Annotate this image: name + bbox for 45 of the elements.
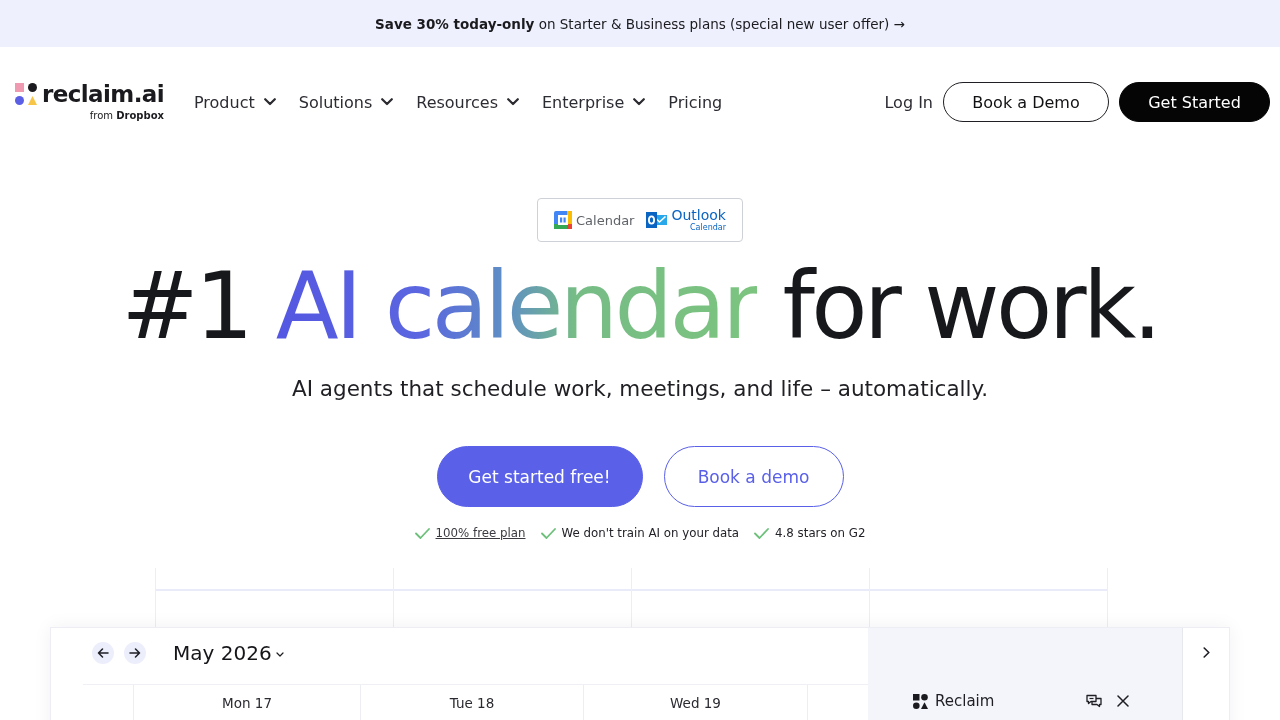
- envelope-logo-icon: [646, 211, 668, 229]
- next-button[interactable]: [124, 642, 146, 664]
- book-demo-button[interactable]: Book a Demo: [943, 82, 1109, 122]
- nav-menu-item[interactable]: Enterprise: [541, 92, 646, 112]
- chevron-down-icon: [263, 98, 276, 106]
- chevron-down-icon: [633, 98, 646, 106]
- arrow-right-icon: [129, 648, 141, 658]
- highlight-text: 4.8 stars on G2: [775, 526, 866, 540]
- nav-menu-item[interactable]: Product: [194, 92, 276, 112]
- hero-subtitle: AI agents that schedule work, meetings, and life – automatically.: [291, 375, 989, 403]
- integration-label: Calendar: [576, 212, 635, 228]
- logo-icon: [913, 693, 928, 709]
- promo-link[interactable]: Save 30% today-only on Starter & Business plans (special new user offer) →: [375, 15, 905, 32]
- chat-icon[interactable]: [1086, 694, 1102, 708]
- panel-title: Reclaim: [935, 692, 995, 710]
- check-icon: [540, 527, 556, 539]
- caret-icon: [275, 652, 284, 657]
- chevron-right-icon[interactable]: [1202, 647, 1210, 658]
- arrow-left-icon: [97, 648, 109, 658]
- book-demo-button[interactable]: Book a demo: [663, 446, 844, 507]
- nav-link[interactable]: Pricing: [668, 92, 723, 112]
- close-icon[interactable]: [1117, 695, 1129, 707]
- logo-byline: from Dropbox: [89, 109, 164, 122]
- integration-label: Outlook: [671, 208, 726, 223]
- get-started-free-button[interactable]: Get started free!: [436, 446, 643, 507]
- integration-sublabel: Calendar: [690, 223, 726, 232]
- day-header: Wed 19: [583, 685, 807, 720]
- free-plan-link[interactable]: 100% free plan: [435, 526, 526, 540]
- check-icon: [754, 527, 770, 539]
- nav-menu-item[interactable]: Solutions: [298, 92, 394, 112]
- nav-menu-item[interactable]: Resources: [416, 92, 519, 112]
- get-started-button[interactable]: Get Started: [1119, 82, 1270, 122]
- hero-heading: #1 AI calendar for work.: [121, 257, 1159, 357]
- day-header: Tue 18: [360, 685, 583, 720]
- month-picker[interactable]: May 2026: [173, 641, 284, 665]
- check-icon: [414, 527, 430, 539]
- chevron-down-icon: [506, 98, 519, 106]
- logo-wordmark[interactable]: reclaim.ai: [42, 82, 164, 106]
- chevron-down-icon: [381, 98, 394, 106]
- day-header: Mon 17: [133, 685, 360, 720]
- login-link[interactable]: Log In: [884, 92, 933, 112]
- calendar-logo-icon: [554, 211, 572, 229]
- highlight-text: We don't train AI on your data: [561, 526, 740, 540]
- logo-icon[interactable]: [15, 83, 37, 105]
- previous-button[interactable]: [92, 642, 114, 664]
